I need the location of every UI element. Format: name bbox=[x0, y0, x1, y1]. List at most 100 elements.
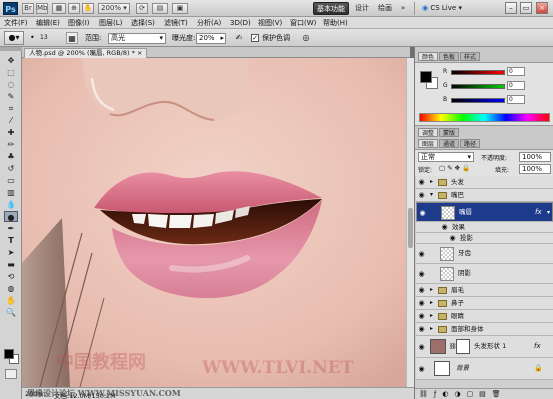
toolbox-grip[interactable] bbox=[0, 47, 22, 51]
menu-filter[interactable]: 滤镜(T) bbox=[164, 18, 188, 28]
arrange-documents-icon[interactable]: ▤ bbox=[152, 3, 168, 14]
visibility-eye-icon[interactable]: ◉ bbox=[440, 223, 449, 231]
visibility-eye-icon[interactable]: ◉ bbox=[417, 312, 426, 320]
marquee-tool-icon[interactable]: ⬚ bbox=[4, 67, 18, 78]
blue-slider[interactable] bbox=[451, 98, 505, 103]
visibility-eye-icon[interactable]: ◉ bbox=[417, 270, 426, 278]
chevron-down-icon[interactable]: ▾ bbox=[430, 191, 436, 199]
range-select[interactable]: 高光 ▾ bbox=[108, 33, 166, 44]
fx-icon[interactable]: fx bbox=[534, 342, 541, 350]
menu-help[interactable]: 帮助(H) bbox=[323, 18, 348, 28]
green-slider[interactable] bbox=[451, 84, 505, 89]
dodge-tool-icon[interactable]: ● bbox=[4, 211, 18, 222]
visibility-eye-icon[interactable]: ◉ bbox=[448, 234, 457, 242]
visibility-eye-icon[interactable]: ◉ bbox=[417, 365, 426, 373]
pressure-size-icon[interactable]: ◎ bbox=[300, 32, 312, 44]
scrollbar-thumb[interactable] bbox=[408, 208, 413, 248]
rotate-view-icon[interactable]: ⟳ bbox=[136, 3, 148, 14]
visibility-eye-icon[interactable]: ◉ bbox=[417, 299, 426, 307]
red-slider[interactable] bbox=[451, 70, 505, 75]
workspace-essentials-button[interactable]: 基本功能 bbox=[313, 2, 349, 15]
tab-channels[interactable]: 通道 bbox=[439, 139, 460, 148]
close-icon[interactable]: × bbox=[536, 2, 548, 14]
cs-live-button[interactable]: ◉ CS Live ▾ bbox=[422, 2, 466, 15]
lasso-tool-icon[interactable]: ◌ bbox=[4, 79, 18, 90]
workspace-design-button[interactable]: 设计 bbox=[352, 2, 372, 15]
minibridge-icon[interactable]: Mb bbox=[36, 3, 48, 14]
brush-size-dropdown[interactable]: 13 bbox=[40, 32, 48, 44]
menu-3d[interactable]: 3D(D) bbox=[230, 18, 251, 28]
foreground-color-swatch[interactable] bbox=[420, 71, 432, 83]
workspace-painting-button[interactable]: 绘画 bbox=[375, 2, 395, 15]
fx-icon[interactable]: fx bbox=[535, 208, 542, 217]
pen-tool-icon[interactable]: ✒ bbox=[4, 223, 18, 234]
blend-mode-select[interactable]: 正常 ▾ bbox=[418, 152, 474, 162]
history-brush-tool-icon[interactable]: ↺ bbox=[4, 163, 18, 174]
chevron-right-icon[interactable]: ▸ bbox=[430, 286, 436, 294]
layer-row[interactable]: ◉ 牙齿 bbox=[416, 244, 553, 264]
layer-row[interactable]: ◉ ▸ 面部和身体 bbox=[416, 323, 553, 336]
menu-edit[interactable]: 编辑(E) bbox=[36, 18, 60, 28]
tab-layers[interactable]: 图层 bbox=[418, 139, 439, 148]
brush-panel-icon[interactable]: ▦ bbox=[66, 32, 78, 44]
workspace-more-button[interactable]: » bbox=[398, 2, 408, 15]
tab-styles[interactable]: 样式 bbox=[460, 52, 481, 61]
menu-window[interactable]: 窗口(W) bbox=[290, 18, 316, 28]
tab-masks[interactable]: 蒙版 bbox=[439, 128, 460, 137]
hand-tool-icon[interactable]: ✋ bbox=[4, 295, 18, 306]
quick-mask-icon[interactable] bbox=[5, 369, 17, 379]
visibility-eye-icon[interactable]: ◉ bbox=[418, 209, 427, 217]
minimize-icon[interactable]: – bbox=[505, 2, 517, 14]
tab-adjustments[interactable]: 调整 bbox=[418, 128, 439, 137]
document-tab[interactable]: 人物.psd @ 200% (嘴唇, RGB/8) * × bbox=[24, 48, 148, 58]
airbrush-icon[interactable]: ✍ bbox=[233, 32, 245, 44]
tab-swatches[interactable]: 色板 bbox=[439, 52, 460, 61]
menu-analysis[interactable]: 分析(A) bbox=[197, 18, 221, 28]
lock-icons[interactable]: ▢✎✥🔒 bbox=[439, 164, 472, 172]
layer-row[interactable]: ◉ ▸ 眉毛 bbox=[416, 284, 553, 297]
layer-row[interactable]: ◉ 背景 🔒 bbox=[416, 358, 553, 380]
layer-row-selected[interactable]: ◉ 嘴唇 fx ▾ bbox=[416, 202, 553, 222]
green-value-input[interactable]: 0 bbox=[507, 81, 525, 90]
visibility-eye-icon[interactable]: ◉ bbox=[417, 343, 426, 351]
chevron-right-icon[interactable]: ▸ bbox=[430, 312, 436, 320]
tab-color[interactable]: 颜色 bbox=[418, 52, 439, 61]
color-spectrum-ramp[interactable] bbox=[419, 113, 550, 122]
visibility-eye-icon[interactable]: ◉ bbox=[417, 250, 426, 258]
type-tool-icon[interactable]: T bbox=[4, 235, 18, 246]
menu-view[interactable]: 视图(V) bbox=[258, 18, 282, 28]
layer-row[interactable]: ◉ ⛓ 头发形状 1 fx bbox=[416, 336, 553, 358]
blue-value-input[interactable]: 0 bbox=[507, 95, 525, 104]
chevron-down-icon[interactable]: ▾ bbox=[547, 208, 550, 217]
healing-brush-tool-icon[interactable]: ✚ bbox=[4, 127, 18, 138]
opacity-input[interactable]: 100% bbox=[519, 152, 551, 162]
chevron-right-icon[interactable]: ▸ bbox=[430, 325, 436, 333]
protect-tones-checkbox[interactable]: ✓ bbox=[251, 34, 259, 42]
menu-image[interactable]: 图像(I) bbox=[68, 18, 90, 28]
visibility-eye-icon[interactable]: ◉ bbox=[417, 178, 426, 186]
close-icon[interactable]: × bbox=[137, 49, 142, 57]
restore-icon[interactable]: ▭ bbox=[520, 2, 532, 14]
3d-rotate-tool-icon[interactable]: ⟲ bbox=[4, 271, 18, 282]
layer-row[interactable]: ◉ ▸ 眼睛 bbox=[416, 310, 553, 323]
layer-effect-item[interactable]: ◉ 投影 bbox=[416, 233, 553, 244]
chevron-right-icon[interactable]: ▸ bbox=[430, 299, 436, 307]
foreground-color-swatch[interactable] bbox=[4, 349, 14, 359]
eyedropper-tool-icon[interactable]: ⁄ bbox=[4, 115, 18, 126]
visibility-eye-icon[interactable]: ◉ bbox=[417, 325, 426, 333]
extras-icon[interactable]: ▦ bbox=[52, 3, 66, 14]
shape-tool-icon[interactable]: ▬ bbox=[4, 259, 18, 270]
move-tool-icon[interactable]: ✥ bbox=[4, 55, 18, 66]
layer-row[interactable]: ◉ ▸ 鼻子 bbox=[416, 297, 553, 310]
visibility-eye-icon[interactable]: ◉ bbox=[417, 191, 426, 199]
menu-layer[interactable]: 图层(L) bbox=[99, 18, 122, 28]
blur-tool-icon[interactable]: 💧 bbox=[4, 199, 18, 210]
zoom-tool-icon[interactable]: ⊕ bbox=[68, 3, 80, 14]
clone-stamp-tool-icon[interactable]: ♣ bbox=[4, 151, 18, 162]
tool-preset-picker[interactable]: ●▾ bbox=[4, 31, 24, 45]
chevron-right-icon[interactable]: ▸ bbox=[430, 178, 436, 186]
zoom-level-select[interactable]: 200% ▾ bbox=[98, 3, 130, 14]
layer-footer-icons[interactable]: ⛓ƒ◐◑▢▤🗑 bbox=[419, 390, 507, 398]
gradient-tool-icon[interactable]: ▥ bbox=[4, 187, 18, 198]
menu-file[interactable]: 文件(F) bbox=[4, 18, 28, 28]
